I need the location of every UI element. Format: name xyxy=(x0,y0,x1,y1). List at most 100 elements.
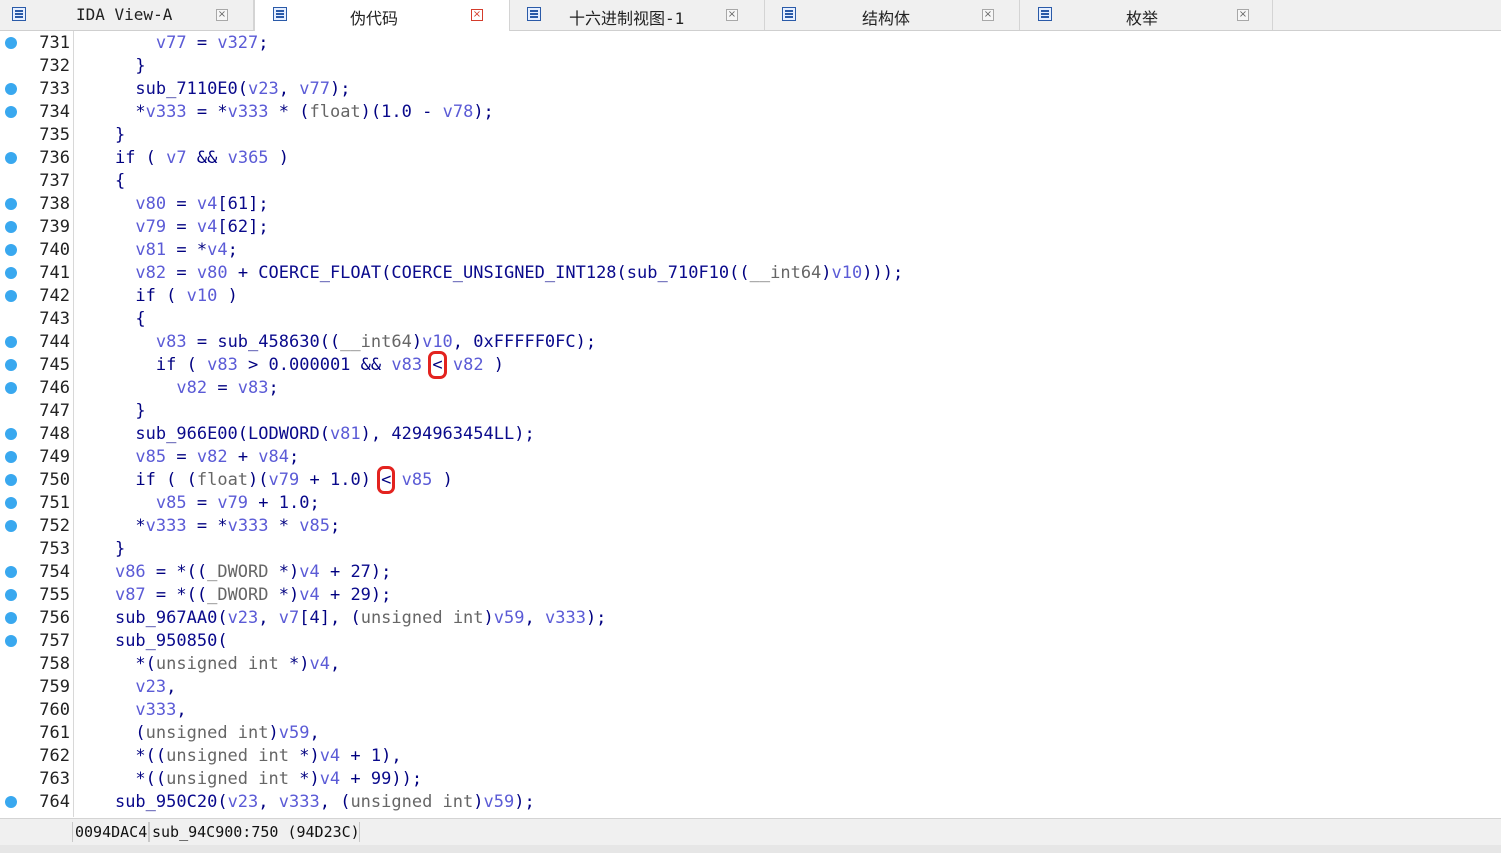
breakpoint-dot-icon[interactable] xyxy=(5,221,17,233)
literal[interactable]: 0.000001 xyxy=(269,355,351,375)
breakpoint-dot-icon[interactable] xyxy=(5,359,17,371)
variable[interactable]: v59 xyxy=(484,792,515,812)
variable[interactable]: v333 xyxy=(545,608,586,628)
breakpoint-dot-icon[interactable] xyxy=(5,796,17,808)
code-line[interactable]: v83 = sub_458630((__int64)v10, 0xFFFFF0F… xyxy=(74,331,596,354)
function-name[interactable]: sub_950C20 xyxy=(115,792,217,812)
variable[interactable]: v7 xyxy=(166,148,186,168)
code-line[interactable]: sub_950850( xyxy=(74,630,228,653)
variable[interactable]: v4 xyxy=(320,769,340,789)
type-name[interactable]: _DWORD xyxy=(207,562,268,582)
code-line[interactable]: if ( v83 > 0.000001 && v83 < v82 ) xyxy=(74,351,504,379)
code-line[interactable]: if ( v7 && v365 ) xyxy=(74,147,289,170)
code-line[interactable]: sub_950C20(v23, v333, (unsigned int)v59)… xyxy=(74,791,535,814)
code-line[interactable]: v87 = *((_DWORD *)v4 + 29); xyxy=(74,584,391,607)
variable[interactable]: v85 xyxy=(156,493,187,513)
code-line[interactable]: v77 = v327; xyxy=(74,32,269,55)
breakpoint-dot-icon[interactable] xyxy=(5,612,17,624)
code-line[interactable]: } xyxy=(74,124,125,147)
literal[interactable]: 1.0 xyxy=(330,470,361,490)
function-name[interactable]: sub_458630 xyxy=(217,332,319,352)
code-line[interactable]: v82 = v80 + COERCE_FLOAT(COERCE_UNSIGNED… xyxy=(74,262,903,285)
breakpoint-dot-icon[interactable] xyxy=(5,198,17,210)
code-line[interactable]: v80 = v4[61]; xyxy=(74,193,268,216)
breakpoint-dot-icon[interactable] xyxy=(5,290,17,302)
keyword[interactable]: if xyxy=(156,355,176,375)
variable[interactable]: v85 xyxy=(299,516,330,536)
type-name[interactable]: unsigned int xyxy=(146,723,269,743)
function-name[interactable]: LODWORD xyxy=(248,424,320,444)
variable[interactable]: v365 xyxy=(228,148,269,168)
breakpoint-dot-icon[interactable] xyxy=(5,635,17,647)
code-line[interactable]: (unsigned int)v59, xyxy=(74,722,319,745)
gutter-row[interactable]: 731 xyxy=(0,32,73,55)
gutter-row[interactable]: 759 xyxy=(0,676,73,699)
tab-structures[interactable]: 结构体 × xyxy=(765,0,1020,30)
variable[interactable]: v23 xyxy=(248,79,279,99)
breakpoint-dot-icon[interactable] xyxy=(5,37,17,49)
variable[interactable]: v59 xyxy=(494,608,525,628)
variable[interactable]: v84 xyxy=(258,447,289,467)
tab-pseudocode[interactable]: 伪代码 × xyxy=(254,0,510,31)
gutter-row[interactable]: 734 xyxy=(0,101,73,124)
variable[interactable]: v4 xyxy=(320,746,340,766)
line-number-gutter[interactable]: 731 732 733 734 735 736 737 738 739 740 741 742 743 7… xyxy=(0,31,74,817)
type-name[interactable]: _DWORD xyxy=(207,585,268,605)
variable[interactable]: v82 xyxy=(453,355,484,375)
variable[interactable]: v87 xyxy=(115,585,146,605)
tab-enums[interactable]: 枚举 × xyxy=(1020,0,1273,30)
keyword[interactable]: if xyxy=(115,148,135,168)
code-line[interactable]: *(unsigned int *)v4, xyxy=(74,653,340,676)
highlighted-operator[interactable]: < xyxy=(377,466,396,494)
literal[interactable]: 27 xyxy=(350,562,370,582)
close-icon[interactable]: × xyxy=(1237,9,1249,21)
function-name[interactable]: COERCE_FLOAT xyxy=(258,263,381,283)
gutter-row[interactable]: 758 xyxy=(0,653,73,676)
highlighted-operator[interactable]: < xyxy=(428,351,447,379)
gutter-row[interactable]: 753 xyxy=(0,538,73,561)
type-name[interactable]: __int64 xyxy=(340,332,412,352)
function-name[interactable]: sub_710F10 xyxy=(627,263,729,283)
variable[interactable]: v77 xyxy=(299,79,330,99)
gutter-row[interactable]: 755 xyxy=(0,584,73,607)
function-name[interactable]: sub_967AA0 xyxy=(115,608,217,628)
code-line[interactable]: *((unsigned int *)v4 + 99)); xyxy=(74,768,422,791)
function-name[interactable]: sub_966E00 xyxy=(135,424,237,444)
variable[interactable]: v333 xyxy=(135,700,176,720)
gutter-row[interactable]: 764 xyxy=(0,791,73,814)
literal[interactable]: 1.0 xyxy=(279,493,310,513)
literal[interactable]: 29 xyxy=(350,585,370,605)
gutter-row[interactable]: 745 xyxy=(0,354,73,377)
variable[interactable]: v83 xyxy=(156,332,187,352)
close-icon[interactable]: × xyxy=(471,9,483,21)
type-name[interactable]: unsigned int xyxy=(166,769,289,789)
variable[interactable]: v333 xyxy=(146,102,187,122)
variable[interactable]: v7 xyxy=(279,608,299,628)
variable[interactable]: v79 xyxy=(269,470,300,490)
code-line[interactable]: { xyxy=(74,308,145,331)
breakpoint-dot-icon[interactable] xyxy=(5,244,17,256)
variable[interactable]: v59 xyxy=(279,723,310,743)
variable[interactable]: v80 xyxy=(135,194,166,214)
keyword[interactable]: if xyxy=(135,470,155,490)
variable[interactable]: v83 xyxy=(238,378,269,398)
gutter-row[interactable]: 751 xyxy=(0,492,73,515)
code-line[interactable]: v79 = v4[62]; xyxy=(74,216,268,239)
code-line[interactable]: sub_967AA0(v23, v7[4], (unsigned int)v59… xyxy=(74,607,606,630)
variable[interactable]: v78 xyxy=(443,102,474,122)
code-line[interactable]: *((unsigned int *)v4 + 1), xyxy=(74,745,401,768)
keyword[interactable]: if xyxy=(135,286,155,306)
gutter-row[interactable]: 752 xyxy=(0,515,73,538)
code-line[interactable]: v333, xyxy=(74,699,186,722)
gutter-row[interactable]: 735 xyxy=(0,124,73,147)
variable[interactable]: v4 xyxy=(299,585,319,605)
variable[interactable]: v10 xyxy=(187,286,218,306)
type-name[interactable]: float xyxy=(309,102,360,122)
code-line[interactable]: if ( v10 ) xyxy=(74,285,237,308)
literal[interactable]: 1.0 xyxy=(381,102,412,122)
tab-ida-view-a[interactable]: IDA View-A × xyxy=(0,0,254,30)
code-line[interactable]: v85 = v79 + 1.0; xyxy=(74,492,320,515)
code-line[interactable]: *v333 = *v333 * v85; xyxy=(74,515,340,538)
variable[interactable]: v82 xyxy=(197,447,228,467)
gutter-row[interactable]: 740 xyxy=(0,239,73,262)
